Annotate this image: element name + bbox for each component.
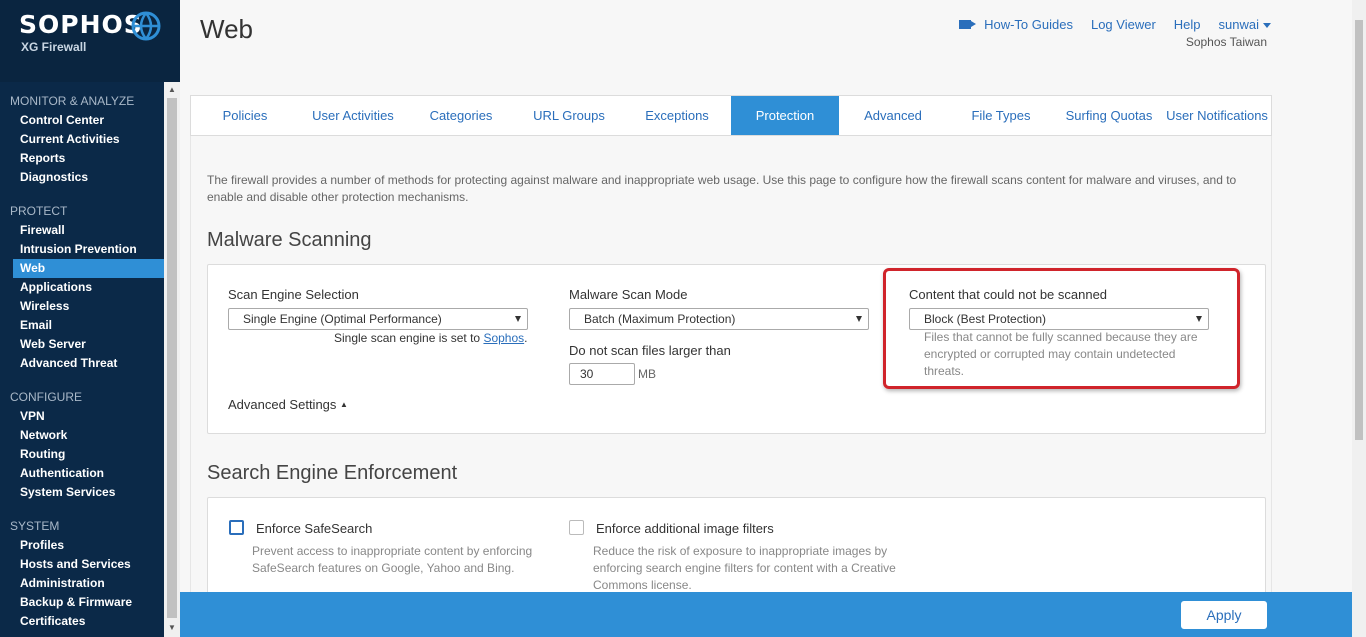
apply-bar: Apply — [180, 592, 1352, 637]
video-camera-icon — [958, 20, 976, 29]
tab-protection[interactable]: Protection — [731, 96, 839, 135]
brand-name: SOPHOS — [19, 10, 143, 39]
user-name: sunwai — [1218, 17, 1259, 32]
globe-icon — [131, 11, 161, 41]
scan-engine-value: Single Engine (Optimal Performance) — [243, 312, 442, 326]
max-size-unit: MB — [638, 367, 656, 381]
scan-mode-label: Malware Scan Mode — [569, 287, 688, 302]
tab-exceptions[interactable]: Exceptions — [623, 96, 731, 135]
top-links: How-To Guides Log Viewer Help sunwai — [958, 17, 1271, 32]
nav-section-monitor: MONITOR & ANALYZE — [10, 94, 135, 108]
nav-item-applications[interactable]: Applications — [0, 278, 164, 297]
caret-up-icon: ▲ — [340, 400, 348, 409]
intro-text: The firewall provides a number of method… — [207, 173, 1237, 204]
scan-engine-hint-suffix: . — [524, 331, 528, 345]
log-viewer-link[interactable]: Log Viewer — [1091, 17, 1156, 32]
nav-item-routing[interactable]: Routing — [0, 445, 164, 464]
org-name: Sophos Taiwan — [1185, 35, 1267, 49]
tab-bar: Policies User Activities Categories URL … — [190, 95, 1272, 136]
chevron-down-icon — [515, 316, 521, 322]
nav-item-authentication[interactable]: Authentication — [0, 464, 164, 483]
nav-item-advanced-threat[interactable]: Advanced Threat — [0, 354, 164, 373]
help-link[interactable]: Help — [1174, 17, 1201, 32]
nav-menu: MONITOR & ANALYZE Control Center Current… — [0, 82, 164, 637]
how-to-guides-label: How-To Guides — [984, 17, 1073, 32]
user-menu[interactable]: sunwai — [1219, 17, 1271, 32]
nav-item-certificates[interactable]: Certificates — [0, 612, 164, 631]
image-filters-label: Enforce additional image filters — [596, 521, 774, 536]
advanced-settings-toggle[interactable]: Advanced Settings ▲ — [228, 397, 348, 412]
nav-item-intrusion-prevention[interactable]: Intrusion Prevention — [0, 240, 164, 259]
scroll-up-icon[interactable]: ▲ — [164, 82, 180, 98]
scan-engine-select[interactable]: Single Engine (Optimal Performance) — [228, 308, 528, 330]
safesearch-label: Enforce SafeSearch — [256, 521, 373, 536]
page-scrollbar[interactable] — [1352, 0, 1366, 637]
nav-section-system: SYSTEM — [10, 519, 60, 533]
scan-mode-select[interactable]: Batch (Maximum Protection) — [569, 308, 869, 330]
nav-item-web[interactable]: Web — [13, 259, 164, 278]
nav-item-system-services[interactable]: System Services — [0, 483, 164, 502]
scroll-down-icon[interactable]: ▼ — [164, 620, 180, 636]
image-filters-checkbox[interactable] — [569, 520, 584, 535]
scroll-thumb[interactable] — [167, 98, 177, 618]
safesearch-hint: Prevent access to inappropriate content … — [252, 544, 533, 575]
tab-categories[interactable]: Categories — [407, 96, 515, 135]
scan-engine-label: Scan Engine Selection — [228, 287, 359, 302]
apply-button[interactable]: Apply — [1181, 601, 1267, 629]
nav-item-current-activities[interactable]: Current Activities — [0, 130, 164, 149]
nav-item-web-server[interactable]: Web Server — [0, 335, 164, 354]
tab-url-groups[interactable]: URL Groups — [515, 96, 623, 135]
chevron-down-icon — [856, 316, 862, 322]
malware-section-title: Malware Scanning — [207, 229, 372, 251]
nav-item-vpn[interactable]: VPN — [0, 407, 164, 426]
nav-item-control-center[interactable]: Control Center — [0, 111, 164, 130]
safesearch-checkbox[interactable] — [229, 520, 244, 535]
nav-section-protect: PROTECT — [10, 204, 68, 218]
nav-item-profiles[interactable]: Profiles — [0, 536, 164, 555]
search-panel: Enforce SafeSearch Prevent access to ina… — [207, 497, 1266, 607]
image-filters-hint: Reduce the risk of exposure to inappropr… — [593, 544, 896, 592]
page-scroll-thumb[interactable] — [1355, 20, 1363, 440]
sidebar-scrollbar[interactable]: ▲ ▼ — [164, 82, 180, 637]
tab-user-activities[interactable]: User Activities — [299, 96, 407, 135]
sophos-link[interactable]: Sophos — [483, 331, 524, 345]
max-size-label: Do not scan files larger than — [569, 343, 731, 358]
tab-user-notifications[interactable]: User Notifications — [1163, 96, 1271, 135]
chevron-down-icon — [1263, 23, 1271, 29]
nav-item-backup-firmware[interactable]: Backup & Firmware — [0, 593, 164, 612]
nav-item-firewall[interactable]: Firewall — [0, 221, 164, 240]
scan-engine-hint: Single scan engine is set to Sophos. — [334, 331, 527, 345]
nav-item-network[interactable]: Network — [0, 426, 164, 445]
tab-advanced[interactable]: Advanced — [839, 96, 947, 135]
scan-engine-hint-text: Single scan engine is set to — [334, 331, 481, 345]
highlight-box — [883, 268, 1240, 389]
search-section-title: Search Engine Enforcement — [207, 462, 458, 484]
tab-policies[interactable]: Policies — [191, 96, 299, 135]
tab-file-types[interactable]: File Types — [947, 96, 1055, 135]
nav-item-diagnostics[interactable]: Diagnostics — [0, 168, 164, 187]
nav-item-reports[interactable]: Reports — [0, 149, 164, 168]
scan-mode-value: Batch (Maximum Protection) — [584, 312, 736, 326]
tab-surfing-quotas[interactable]: Surfing Quotas — [1055, 96, 1163, 135]
max-size-input[interactable]: 30 — [569, 363, 635, 385]
product-name: XG Firewall — [21, 40, 87, 54]
nav-item-administration[interactable]: Administration — [0, 574, 164, 593]
how-to-guides-link[interactable]: How-To Guides — [958, 17, 1073, 32]
nav-section-configure: CONFIGURE — [10, 390, 82, 404]
nav-item-wireless[interactable]: Wireless — [0, 297, 164, 316]
page-title: Web — [200, 14, 253, 44]
nav-item-hosts-and-services[interactable]: Hosts and Services — [0, 555, 164, 574]
logo[interactable]: SOPHOS XG Firewall — [0, 0, 180, 82]
sidebar: SOPHOS XG Firewall MONITOR & ANALYZE Con… — [0, 0, 180, 637]
nav-item-email[interactable]: Email — [0, 316, 164, 335]
advanced-settings-label: Advanced Settings — [228, 397, 337, 412]
